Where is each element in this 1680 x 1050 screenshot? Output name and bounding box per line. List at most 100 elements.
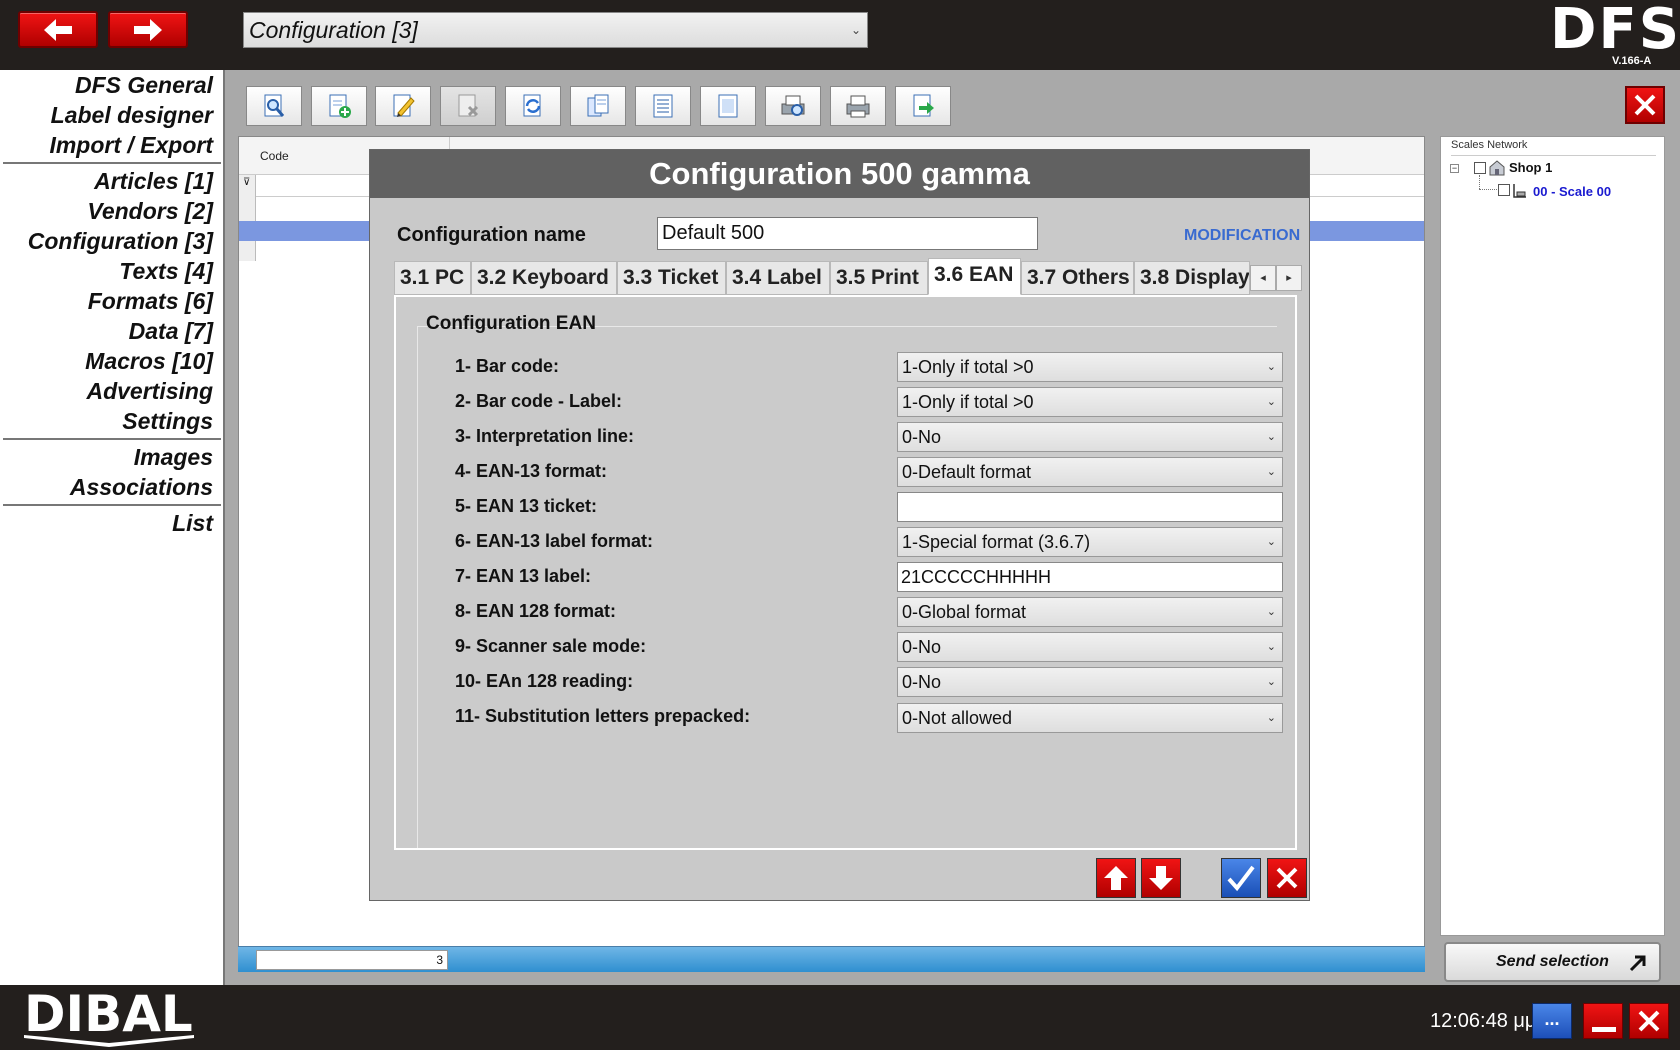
tab-others[interactable]: 3.7 Others: [1021, 261, 1134, 295]
new-doc-icon: [329, 94, 351, 118]
ean128-reading-select[interactable]: 0-No ⌄: [897, 667, 1283, 697]
ean13-ticket-input[interactable]: [897, 492, 1283, 522]
toolbar-new-button[interactable]: [311, 86, 367, 126]
accept-button[interactable]: [1221, 858, 1261, 898]
close-view-button[interactable]: [1625, 86, 1665, 124]
menu-configuration[interactable]: Configuration [3]: [28, 228, 213, 255]
menu-list[interactable]: List: [172, 510, 213, 537]
tab-scroll-right-button[interactable]: ▸: [1276, 265, 1302, 291]
menu-label-designer[interactable]: Label designer: [51, 102, 213, 129]
scale-checkbox[interactable]: [1498, 184, 1510, 196]
tab-ticket[interactable]: 3.3 Ticket: [617, 261, 726, 295]
menu-articles[interactable]: Articles [1]: [94, 168, 213, 195]
tree-item-shop[interactable]: Shop 1: [1509, 160, 1552, 175]
delete-doc-icon: [458, 94, 479, 117]
ean128-format-value: 0-Global format: [902, 602, 1027, 622]
chevron-down-icon: ⌄: [1266, 466, 1276, 478]
menu-settings[interactable]: Settings: [122, 408, 213, 435]
menu-divider: [3, 504, 221, 506]
more-button[interactable]: ...: [1532, 1003, 1572, 1039]
tab-print[interactable]: 3.5 Print: [830, 261, 928, 295]
toolbar-search-button[interactable]: [246, 86, 302, 126]
toolbar-refresh-button[interactable]: [505, 86, 561, 126]
section-select[interactable]: Configuration [3] ⌄: [243, 12, 868, 48]
bar-code-select[interactable]: 1-Only if total >0 ⌄: [897, 352, 1283, 382]
dibal-logo: DIBAL: [24, 985, 194, 1047]
toolbar-print-button[interactable]: [830, 86, 886, 126]
search-doc-icon: [264, 94, 285, 117]
interpretation-line-select[interactable]: 0-No ⌄: [897, 422, 1283, 452]
menu-dfs-general[interactable]: DFS General: [75, 72, 213, 99]
column-header-code[interactable]: Code: [260, 149, 289, 163]
version-label: V.166-A: [1612, 55, 1652, 67]
scale-icon: [1513, 184, 1526, 198]
menu-advertising[interactable]: Advertising: [86, 378, 213, 405]
minimize-button[interactable]: [1583, 1003, 1623, 1039]
panel-divider: [1451, 155, 1656, 156]
field-label-ean128-reading: 10- EAn 128 reading:: [455, 671, 634, 691]
tab-pc[interactable]: 3.1 PC: [394, 261, 471, 295]
ean128-format-select[interactable]: 0-Global format ⌄: [897, 597, 1283, 627]
bar-code-value: 1-Only if total >0: [902, 357, 1034, 377]
record-count: 3: [256, 950, 448, 970]
ean13-label-input[interactable]: 21CCCCCHHHHH: [897, 562, 1283, 592]
toolbar-print-preview-button[interactable]: [765, 86, 821, 126]
arrow-up-right-icon: [1629, 955, 1646, 972]
scales-network-title: Scales Network: [1451, 139, 1528, 151]
field-label-substitution-letters: 11- Substitution letters prepacked:: [455, 706, 751, 726]
menu-import-export[interactable]: Import / Export: [49, 132, 213, 159]
toolbar-edit-button[interactable]: [375, 86, 431, 126]
tab-display[interactable]: 3.8 Display: [1134, 261, 1250, 295]
menu-associations[interactable]: Associations: [70, 474, 213, 501]
page-doc-icon: [718, 94, 738, 118]
menu-divider: [3, 438, 221, 440]
chevron-down-icon: ⌄: [1266, 431, 1276, 443]
toolbar-list-button[interactable]: [635, 86, 691, 126]
scales-network-panel: Scales Network − Shop 1 00 - Scale 00: [1440, 136, 1665, 936]
tab-ean[interactable]: 3.6 EAN: [928, 258, 1021, 295]
menu-macros[interactable]: Macros [10]: [85, 348, 213, 375]
close-icon: [1638, 1010, 1660, 1032]
dibal-logo-text: DIBAL: [24, 985, 193, 1043]
menu-images[interactable]: Images: [134, 444, 213, 471]
tab-scroll-left-button[interactable]: ◂: [1250, 265, 1276, 291]
checkmark-icon: [1227, 865, 1255, 892]
toolbar-export-button[interactable]: [895, 86, 951, 126]
bar-code-label-select[interactable]: 1-Only if total >0 ⌄: [897, 387, 1283, 417]
tab-keyboard[interactable]: 3.2 Keyboard: [471, 261, 617, 295]
config-name-input[interactable]: Default 500: [657, 217, 1038, 250]
ean13-format-select[interactable]: 0-Default format ⌄: [897, 457, 1283, 487]
forward-button[interactable]: [108, 11, 188, 48]
toolbar-page-button[interactable]: [700, 86, 756, 126]
close-app-button[interactable]: [1629, 1003, 1669, 1039]
dialog-title: Configuration 500 gamma: [370, 150, 1309, 198]
edit-doc-icon: [393, 94, 415, 117]
menu-data[interactable]: Data [7]: [129, 318, 213, 345]
cancel-button[interactable]: [1267, 858, 1307, 898]
substitution-letters-select[interactable]: 0-Not allowed ⌄: [897, 703, 1283, 733]
shop-checkbox[interactable]: [1474, 162, 1486, 174]
scanner-sale-mode-select[interactable]: 0-No ⌄: [897, 632, 1283, 662]
move-down-button[interactable]: [1141, 858, 1181, 898]
toolbar-copy-button[interactable]: [570, 86, 626, 126]
toolbar-delete-button[interactable]: [440, 86, 496, 126]
ean13-label-format-select[interactable]: 1-Special format (3.6.7) ⌄: [897, 527, 1283, 557]
ean13-label-format-value: 1-Special format (3.6.7): [902, 532, 1091, 552]
arrow-down-icon: [1149, 866, 1173, 890]
clock: 12:06:48 μμ: [1430, 1010, 1537, 1032]
shop-icon: [1489, 160, 1505, 176]
tree-collapse-icon[interactable]: −: [1450, 164, 1459, 173]
chevron-down-icon: ⌄: [1266, 641, 1276, 653]
bar-code-label-value: 1-Only if total >0: [902, 392, 1034, 412]
menu-texts[interactable]: Texts [4]: [119, 258, 213, 285]
config-name-label: Configuration name: [397, 224, 586, 246]
back-button[interactable]: [18, 11, 98, 48]
tree-item-scale[interactable]: 00 - Scale 00: [1533, 184, 1611, 199]
move-up-button[interactable]: [1096, 858, 1136, 898]
menu-formats[interactable]: Formats [6]: [88, 288, 213, 315]
ean-tab-panel: Configuration EAN 1- Bar code: 1-Only if…: [394, 295, 1297, 850]
copy-doc-icon: [587, 94, 609, 117]
send-selection-button[interactable]: Send selection: [1444, 942, 1661, 982]
menu-vendors[interactable]: Vendors [2]: [87, 198, 213, 225]
tab-label[interactable]: 3.4 Label: [726, 261, 830, 295]
